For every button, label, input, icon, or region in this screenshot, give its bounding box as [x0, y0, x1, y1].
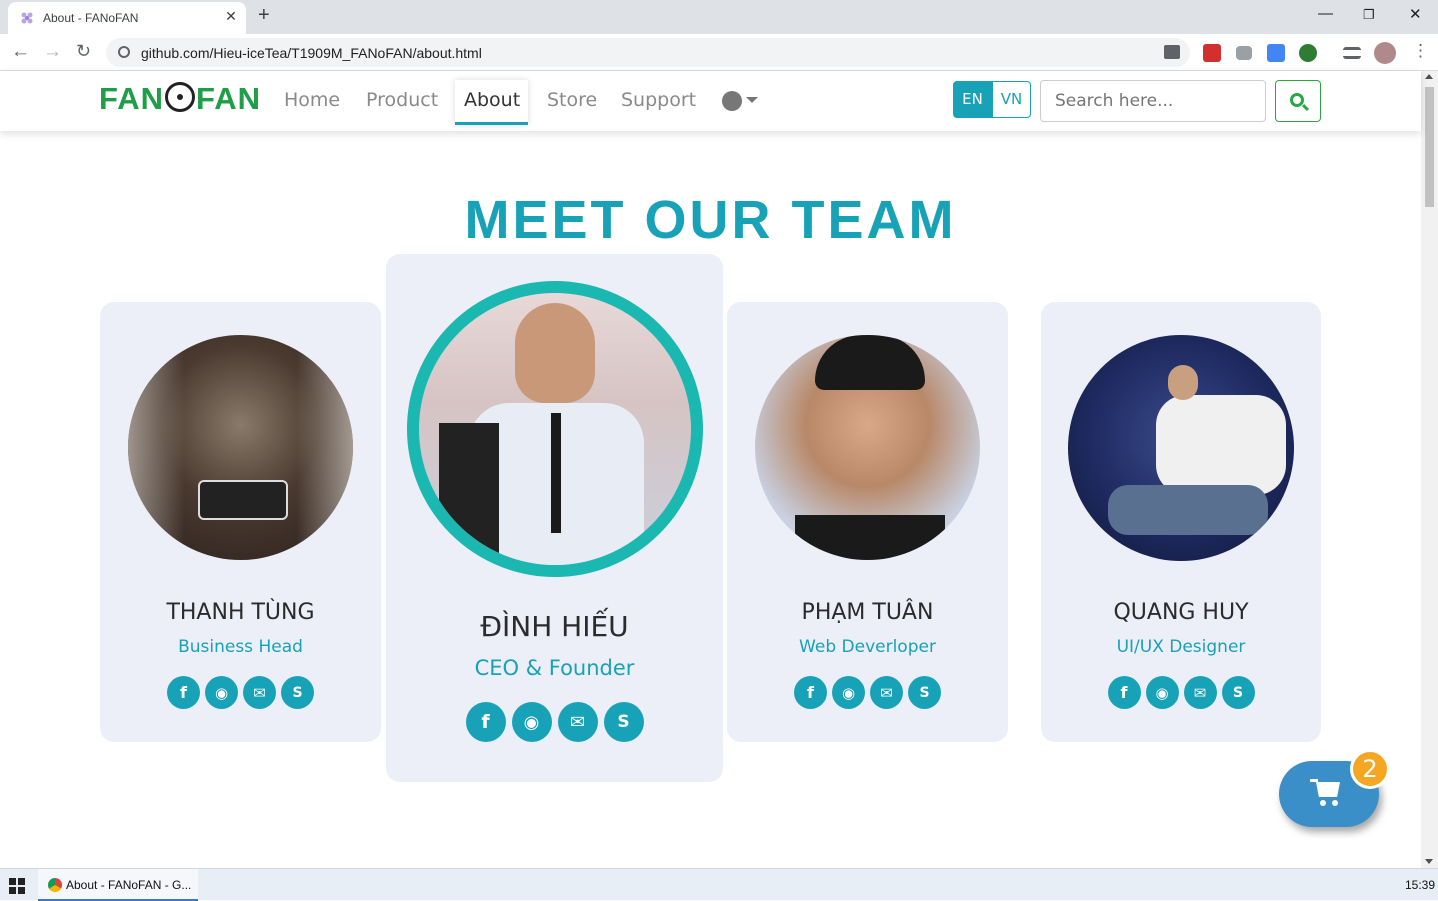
member-role: CEO & Founder	[474, 656, 635, 680]
close-window-icon[interactable]: ✕	[1409, 5, 1422, 23]
member-name: PHẠM TUÂN	[801, 600, 934, 625]
back-icon[interactable]: ←	[11, 41, 30, 63]
reload-icon[interactable]: ↻	[76, 41, 91, 62]
facebook-icon[interactable]: f	[1107, 676, 1141, 709]
active-nav-underline	[455, 122, 528, 125]
site-navbar: FAN FAN Home Product About Store Support …	[0, 71, 1421, 131]
search-input[interactable]	[1040, 80, 1266, 122]
scroll-down-arrow-icon[interactable]	[1425, 859, 1433, 864]
social-links: f ◉ ✉ S	[727, 676, 1008, 709]
member-photo	[128, 335, 353, 560]
restore-icon[interactable]: ❐	[1363, 7, 1375, 23]
search-button[interactable]	[1275, 80, 1321, 122]
page-heading: MEET OUR TEAM	[464, 190, 957, 250]
nav-about[interactable]: About	[464, 89, 520, 111]
nav-store[interactable]: Store	[547, 89, 597, 111]
member-photo	[407, 281, 703, 577]
camera-icon[interactable]	[1236, 46, 1252, 60]
address-bar[interactable]: github.com/Hieu-iceTea/T1909M_FANoFAN/ab…	[106, 38, 1190, 67]
github-icon[interactable]: ◉	[205, 676, 238, 709]
social-links: f ◉ ✉ S	[1041, 676, 1321, 709]
scroll-up-arrow-icon[interactable]	[1425, 74, 1433, 79]
skype-icon[interactable]: S	[281, 676, 314, 709]
close-tab-icon[interactable]: ✕	[223, 8, 239, 26]
lang-vn-button[interactable]: VN	[992, 81, 1031, 118]
member-photo	[1068, 335, 1294, 561]
facebook-icon[interactable]: f	[167, 676, 200, 709]
skype-icon[interactable]: S	[908, 676, 941, 709]
browser-tab[interactable]: About - FANoFAN ✕	[8, 2, 246, 34]
logo-text-right: FAN	[196, 81, 261, 116]
lang-en-button[interactable]: EN	[953, 81, 992, 118]
minimize-icon[interactable]: —	[1318, 5, 1333, 22]
nav-home[interactable]: Home	[284, 89, 340, 111]
facebook-icon[interactable]: f	[465, 702, 506, 742]
fanofan-logo[interactable]: FAN FAN	[99, 81, 261, 117]
email-icon[interactable]: ✉	[557, 702, 598, 742]
new-tab-icon[interactable]: +	[258, 4, 270, 27]
nav-product[interactable]: Product	[366, 89, 438, 111]
scroll-thumb[interactable]	[1425, 87, 1434, 207]
media-icon[interactable]	[1343, 47, 1361, 59]
skype-icon[interactable]: S	[1221, 676, 1255, 709]
member-name: QUANG HUY	[1113, 600, 1249, 625]
site-info-icon[interactable]	[118, 46, 130, 58]
fan-favicon-icon	[21, 12, 33, 24]
member-name: ĐÌNH HIẾU	[480, 610, 629, 643]
page-scrollbar[interactable]	[1421, 71, 1438, 868]
system-clock: 15:39	[1405, 878, 1436, 892]
google-translate-icon[interactable]	[1267, 44, 1285, 62]
logo-text-left: FAN	[99, 81, 164, 116]
nav-support[interactable]: Support	[621, 89, 696, 111]
taskbar-item-label: About - FANoFAN - G...	[66, 878, 192, 892]
taskbar-chrome-item[interactable]: About - FANoFAN - G...	[38, 869, 198, 901]
member-role: Business Head	[178, 637, 303, 657]
member-name: THANH TÙNG	[166, 600, 315, 625]
chevron-down-icon[interactable]	[746, 97, 758, 103]
browser-tabstrip: About - FANoFAN ✕ + — ❐ ✕	[0, 0, 1438, 34]
chrome-icon	[48, 878, 62, 892]
member-role: Web Deverloper	[799, 637, 936, 657]
translate-icon[interactable]	[1164, 45, 1180, 59]
email-icon[interactable]: ✉	[1183, 676, 1217, 709]
user-account-icon[interactable]	[722, 91, 742, 111]
extension-globe-icon[interactable]	[1299, 44, 1317, 62]
team-card: THANH TÙNG Business Head f ◉ ✉ S	[100, 302, 381, 742]
social-links: f ◉ ✉ S	[100, 676, 381, 709]
shopping-cart-icon	[1316, 782, 1340, 797]
url-text[interactable]: github.com/Hieu-iceTea/T1909M_FANoFAN/ab…	[141, 45, 482, 61]
team-card: QUANG HUY UI/UX Designer f ◉ ✉ S	[1041, 302, 1321, 742]
team-card: PHẠM TUÂN Web Deverloper f ◉ ✉ S	[727, 302, 1008, 742]
extension-red-icon[interactable]	[1203, 44, 1221, 62]
windows-start-icon[interactable]	[9, 878, 25, 894]
social-links: f ◉ ✉ S	[386, 702, 723, 742]
member-photo	[755, 335, 980, 560]
browser-toolbar: ← → ↻ github.com/Hieu-iceTea/T1909M_FANo…	[0, 34, 1438, 71]
team-card-featured: ĐÌNH HIẾU CEO & Founder f ◉ ✉ S	[386, 254, 723, 782]
skype-icon[interactable]: S	[603, 702, 644, 742]
cart-count-badge: 2	[1350, 749, 1390, 789]
member-role: UI/UX Designer	[1116, 637, 1246, 657]
forward-icon[interactable]: →	[43, 41, 62, 63]
github-icon[interactable]: ◉	[832, 676, 865, 709]
chrome-menu-icon[interactable]: ⋮	[1412, 41, 1429, 61]
github-icon[interactable]: ◉	[1145, 676, 1179, 709]
github-icon[interactable]: ◉	[511, 702, 552, 742]
email-icon[interactable]: ✉	[870, 676, 903, 709]
profile-avatar[interactable]	[1374, 42, 1396, 64]
email-icon[interactable]: ✉	[243, 676, 276, 709]
facebook-icon[interactable]: f	[794, 676, 827, 709]
fan-logo-icon	[165, 82, 195, 112]
os-taskbar: About - FANoFAN - G... 15:39	[0, 868, 1438, 901]
tab-title: About - FANoFAN	[43, 11, 139, 25]
